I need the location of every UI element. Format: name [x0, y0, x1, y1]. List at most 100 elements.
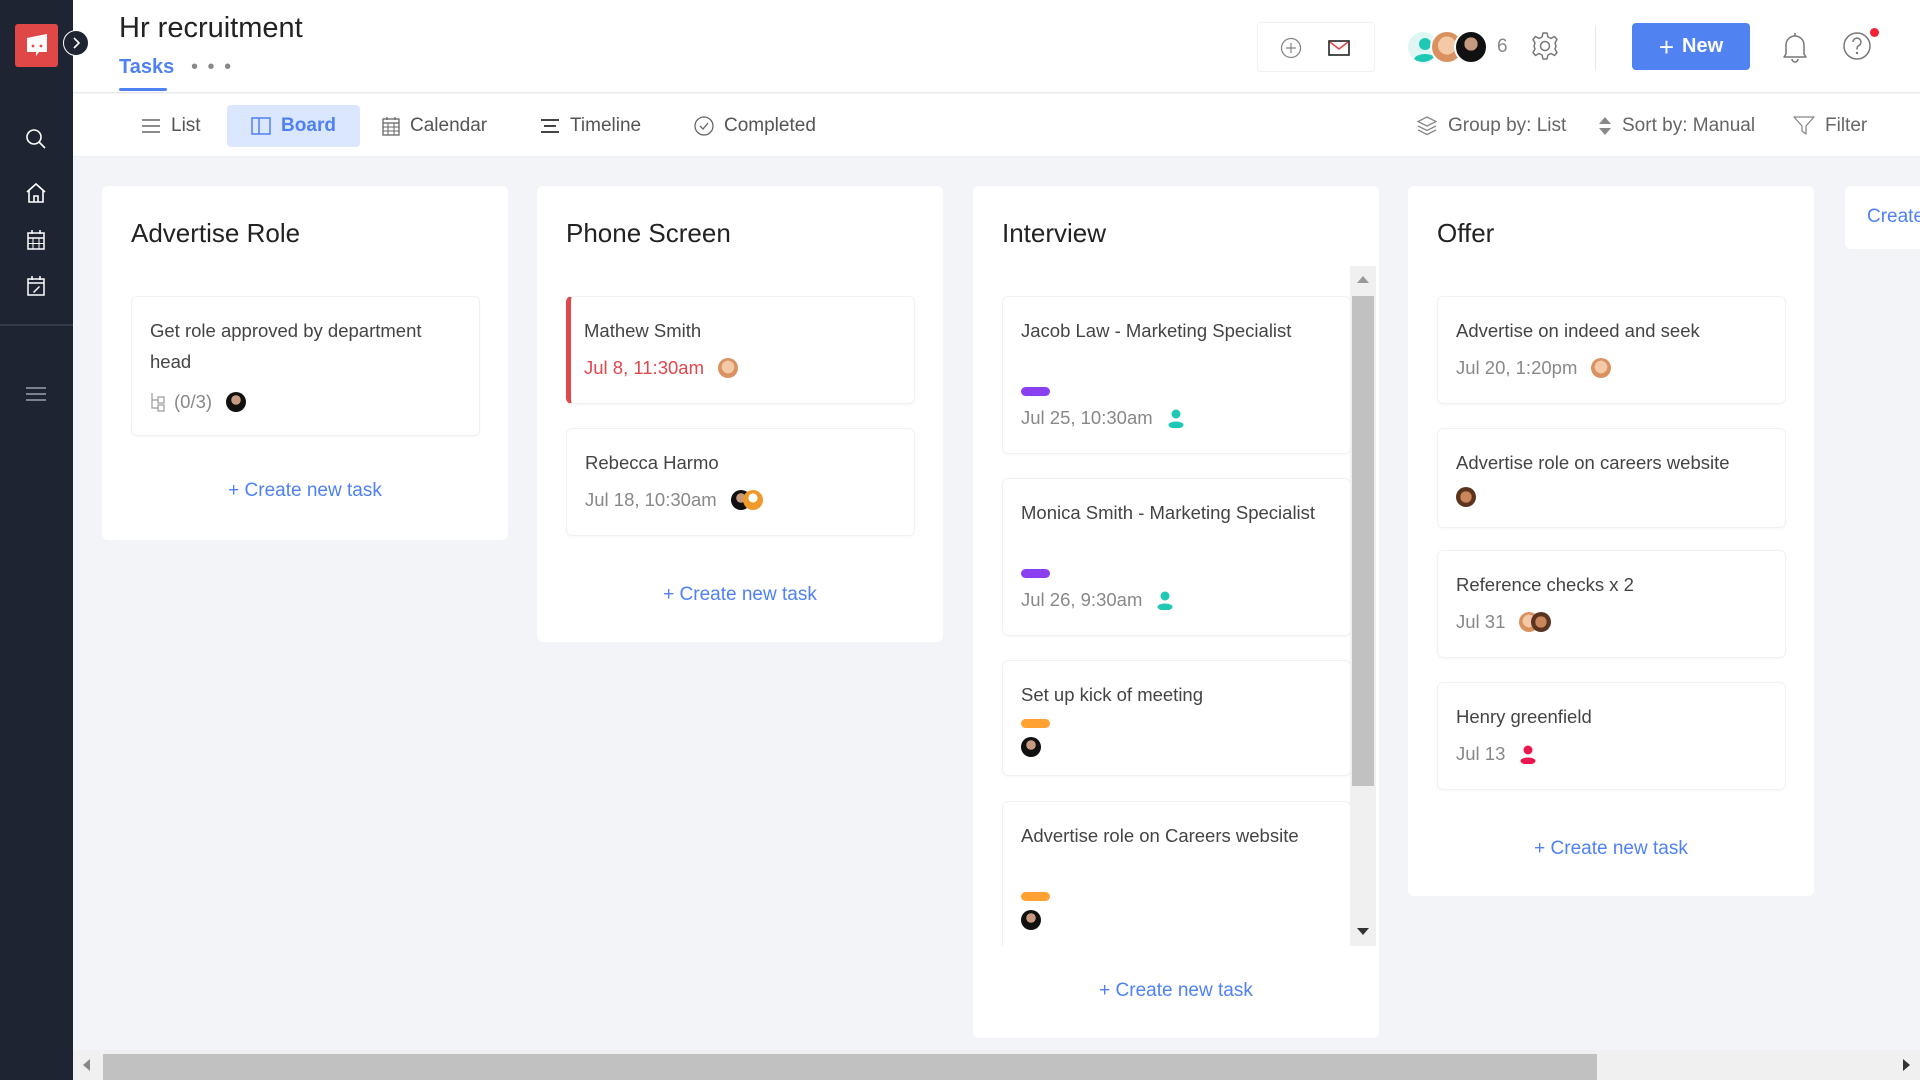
create-new-task-link[interactable]: + Create new task [1408, 838, 1814, 860]
new-button[interactable]: + New [1632, 23, 1750, 70]
tab-active-indicator [119, 88, 167, 91]
group-by-label: Group by: List [1448, 115, 1567, 136]
task-meta [1021, 910, 1041, 930]
task-tag [1021, 387, 1050, 396]
task-title: Get role approved by department head [150, 320, 422, 372]
header-divider [1595, 26, 1596, 70]
calendar-edit-icon[interactable] [22, 272, 50, 300]
create-column-link[interactable]: Create [1867, 206, 1920, 228]
task-tag [1021, 892, 1050, 901]
avatar [1454, 30, 1488, 64]
scroll-left-arrow[interactable] [83, 1059, 90, 1071]
scrollbar-thumb[interactable] [1352, 296, 1374, 786]
scroll-down-arrow[interactable] [1357, 928, 1369, 935]
task-card[interactable]: Get role approved by department head (0/… [131, 296, 480, 436]
menu-icon[interactable] [22, 380, 50, 408]
logo-icon [26, 33, 47, 56]
app-logo[interactable] [15, 24, 58, 67]
group-by-button[interactable]: Group by: List [1416, 105, 1566, 147]
view-tab-completed[interactable]: Completed [682, 105, 828, 147]
task-title: Jacob Law - Marketing Specialist [1021, 320, 1292, 341]
settings-gear-icon[interactable] [1530, 31, 1560, 66]
expand-sidebar-button[interactable] [63, 30, 89, 56]
assignee-avatar[interactable] [1021, 910, 1041, 930]
filter-button[interactable]: Filter [1793, 105, 1867, 147]
task-title: Reference checks x 2 [1456, 574, 1634, 595]
timeline-icon [541, 119, 559, 133]
scroll-right-arrow[interactable] [1903, 1059, 1910, 1071]
column-title: Interview [1002, 218, 1107, 248]
task-due-date: Jul 25, 10:30am [1021, 407, 1153, 428]
create-column-card[interactable]: Create [1845, 186, 1920, 249]
sort-by-button[interactable]: Sort by: Manual [1598, 105, 1755, 147]
column-scrollbar[interactable] [1350, 266, 1376, 946]
scrollbar-thumb[interactable] [103, 1054, 1597, 1080]
task-title: Advertise role on careers website [1456, 452, 1730, 473]
create-new-task-link[interactable]: + Create new task [973, 980, 1379, 1002]
view-tab-calendar[interactable]: Calendar [370, 105, 499, 147]
notifications-bell-icon[interactable] [1781, 31, 1809, 68]
member-count: 6 [1497, 36, 1508, 57]
assignee-avatar[interactable] [717, 358, 738, 378]
task-card[interactable]: Monica Smith - Marketing Specialist Jul … [1002, 478, 1350, 636]
view-tab-label: Timeline [570, 115, 642, 136]
add-circle-icon[interactable] [1278, 35, 1304, 61]
task-card[interactable]: Jacob Law - Marketing Specialist Jul 25,… [1002, 296, 1350, 454]
task-card[interactable]: Henry greenfield Jul 13 [1437, 682, 1786, 790]
task-card[interactable]: Reference checks x 2 Jul 31 [1437, 550, 1786, 658]
view-tab-list[interactable]: List [129, 105, 213, 147]
assignee-avatars[interactable] [730, 490, 763, 510]
assignee-avatar[interactable] [1456, 487, 1476, 507]
tab-tasks[interactable]: Tasks [119, 56, 174, 79]
task-due-date: Jul 8, 11:30am [584, 357, 704, 378]
task-meta: Jul 18, 10:30am [585, 489, 763, 511]
help-icon[interactable] [1842, 31, 1872, 66]
task-card[interactable]: Mathew Smith Jul 8, 11:30am [566, 296, 915, 404]
user-icon[interactable] [1519, 744, 1537, 764]
sidebar [0, 0, 73, 1080]
subtasks-icon [151, 393, 165, 412]
calendar-icon[interactable] [22, 226, 50, 254]
view-tab-board[interactable]: Board [227, 105, 360, 147]
column-title: Offer [1437, 218, 1495, 248]
view-tab-timeline[interactable]: Timeline [528, 105, 653, 147]
assignee-avatars[interactable] [1519, 612, 1552, 632]
create-new-task-link[interactable]: + Create new task [102, 480, 508, 502]
assignee-avatar[interactable] [1021, 737, 1041, 757]
task-title: Henry greenfield [1456, 706, 1592, 727]
search-icon[interactable] [22, 125, 50, 153]
member-avatars[interactable] [1406, 30, 1488, 64]
task-card[interactable]: Rebecca Harmo Jul 18, 10:30am [566, 428, 915, 536]
task-card[interactable]: Set up kick of meeting [1002, 660, 1350, 776]
more-options-button[interactable]: • • • [191, 56, 233, 79]
view-tab-label: Board [281, 115, 336, 136]
list-icon [142, 119, 160, 133]
view-tab-label: Completed [724, 115, 816, 136]
task-meta [1021, 737, 1041, 757]
task-title: Advertise on indeed and seek [1456, 320, 1700, 341]
board-horizontal-scrollbar[interactable] [73, 1050, 1920, 1080]
chevron-right-icon [73, 37, 81, 49]
task-meta: Jul 20, 1:20pm [1456, 357, 1612, 379]
sort-icon [1599, 117, 1611, 135]
user-icon[interactable] [1156, 590, 1174, 610]
mail-icon[interactable] [1326, 35, 1352, 61]
task-card[interactable]: Advertise on indeed and seek Jul 20, 1:2… [1437, 296, 1786, 404]
create-new-task-link[interactable]: + Create new task [537, 584, 943, 606]
board-column: Phone Screen Mathew Smith Jul 8, 11:30am… [537, 186, 943, 642]
task-due-date: Jul 20, 1:20pm [1456, 357, 1578, 378]
assignee-avatar[interactable] [1591, 358, 1612, 378]
task-title: Rebecca Harmo [585, 452, 719, 473]
plus-icon: + [1658, 31, 1675, 62]
home-icon[interactable] [22, 179, 50, 207]
task-card[interactable]: Advertise role on careers website [1437, 428, 1786, 528]
board-icon [251, 117, 271, 135]
task-due-date: Jul 26, 9:30am [1021, 589, 1143, 610]
page-title: Hr recruitment [119, 12, 303, 44]
assignee-avatar[interactable] [226, 392, 247, 412]
user-icon[interactable] [1167, 408, 1185, 428]
task-title: Set up kick of meeting [1021, 684, 1204, 705]
subtask-count: (0/3) [174, 391, 213, 412]
scroll-up-arrow[interactable] [1357, 276, 1369, 283]
task-card[interactable]: Advertise role on Careers website [1002, 801, 1350, 946]
